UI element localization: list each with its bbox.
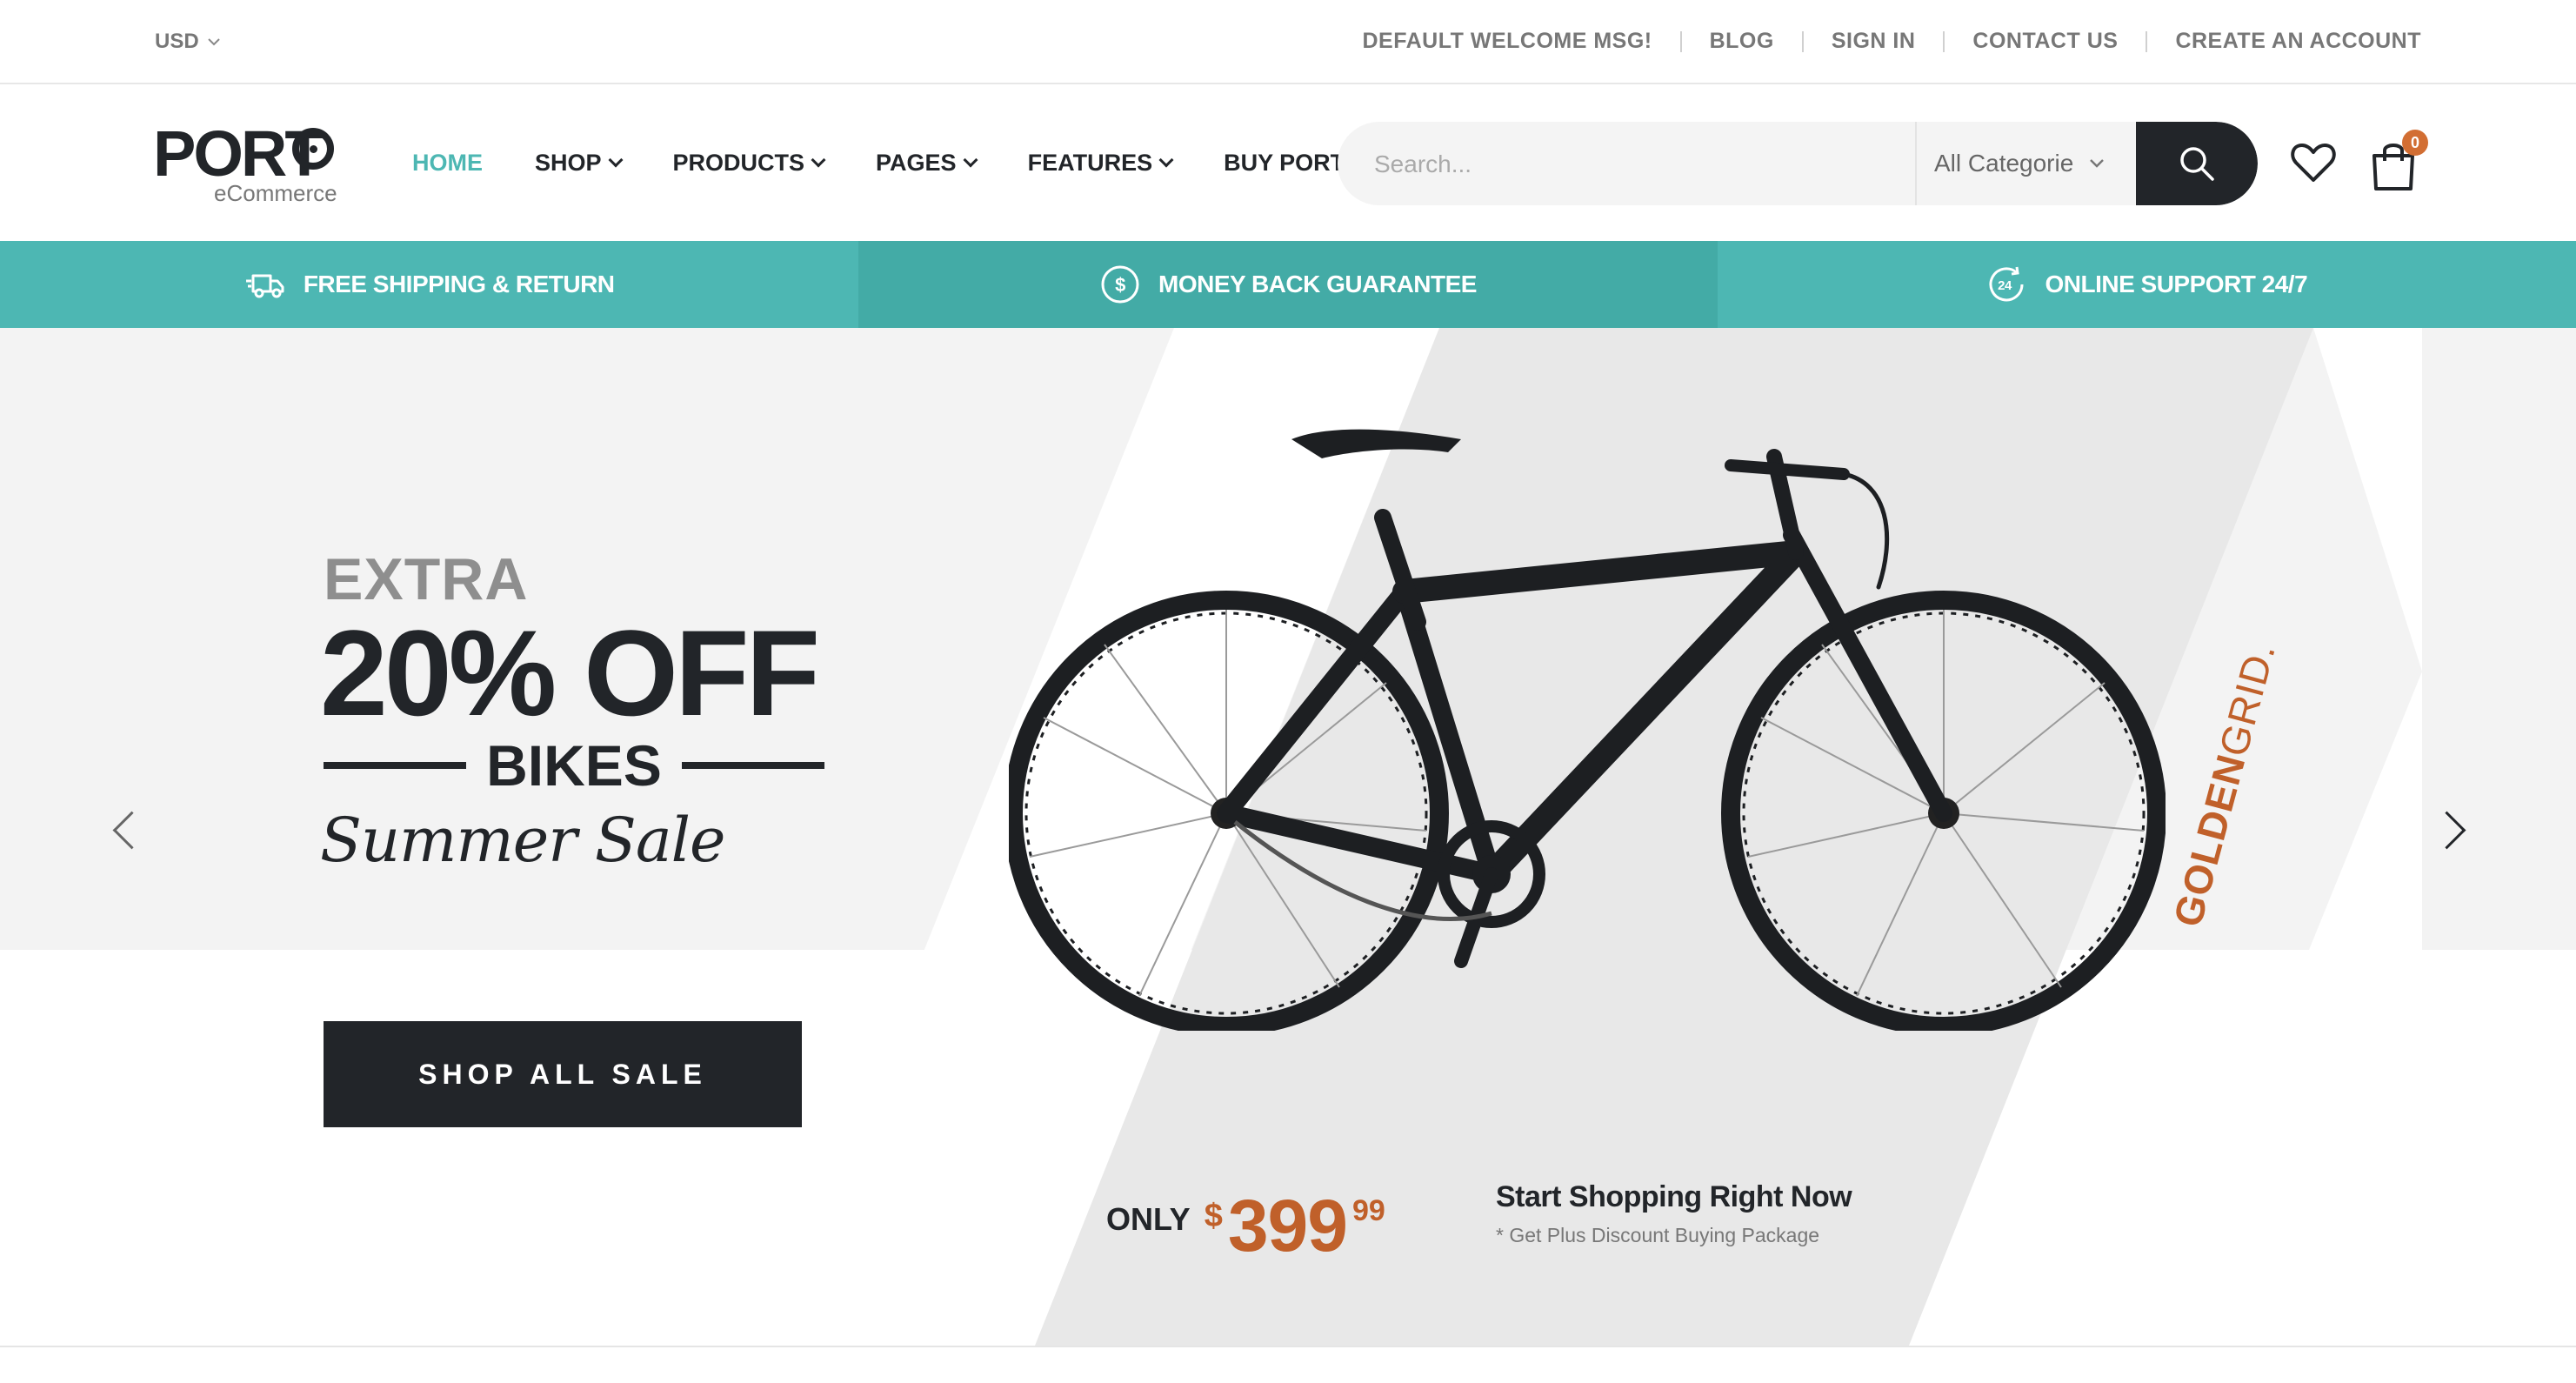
shop-all-sale-button[interactable]: SHOP ALL SALE [324, 1021, 802, 1127]
category-label: All Categorie [1934, 150, 2074, 177]
chevron-down-icon [1158, 152, 1174, 168]
category-select[interactable]: All Categorie [1915, 122, 2136, 205]
nav-home[interactable]: HOME [412, 150, 483, 177]
cart-button[interactable]: 0 [2367, 130, 2428, 194]
currency-switcher[interactable]: USD [155, 0, 220, 83]
feature-money-back: $ MONEY BACK GUARANTEE [858, 241, 1718, 328]
divider [1801, 30, 1804, 52]
price-tag: ONLY $ 399 99 [1106, 1189, 1385, 1262]
divider [1679, 30, 1682, 52]
main-nav: HOME SHOP PRODUCTS PAGES FEATURES BUY PO… [412, 84, 1371, 241]
feature-support: 24 ONLINE SUPPORT 24/7 [1717, 241, 2576, 328]
search-input[interactable] [1372, 122, 1845, 205]
blog-link[interactable]: BLOG [1710, 29, 1774, 54]
svg-text:$: $ [1115, 274, 1125, 296]
create-account-link[interactable]: CREATE AN ACCOUNT [2175, 29, 2421, 54]
nav-label: SHOP [535, 149, 602, 176]
nav-label: PRODUCTS [672, 149, 805, 176]
chevron-down-icon [963, 152, 978, 168]
main-header: PORT eCommerce HOME SHOP PRODUCTS PAGES … [0, 84, 2576, 241]
top-bar: USD DEFAULT WELCOME MSG! BLOG SIGN IN CO… [0, 0, 2576, 84]
top-links: DEFAULT WELCOME MSG! BLOG SIGN IN CONTAC… [1362, 0, 2421, 83]
currency-label: USD [155, 29, 199, 53]
hero-headline: 20% OFF [320, 605, 820, 741]
hero-product-row: BIKES [324, 733, 824, 798]
truck-icon [245, 274, 284, 298]
chevron-down-icon [811, 152, 826, 168]
search-icon [2180, 147, 2214, 181]
feature-label: MONEY BACK GUARANTEE [1158, 271, 1477, 297]
welcome-message[interactable]: DEFAULT WELCOME MSG! [1362, 29, 1652, 54]
bike-image [1009, 429, 2166, 1031]
price-amount: 399 [1227, 1185, 1348, 1266]
promo-subtitle: * Get Plus Discount Buying Package [1496, 1224, 1820, 1246]
price-prefix: ONLY [1106, 1201, 1191, 1237]
cart-count-badge: 0 [2402, 130, 2428, 156]
feature-strip: FREE SHIPPING & RETURN $ MONEY BACK GUAR… [0, 241, 2576, 328]
promo-title: Start Shopping Right Now [1496, 1180, 1852, 1213]
price-cents: 99 [1352, 1194, 1385, 1227]
support-24-icon: 24 [1989, 266, 2024, 302]
divider-line [682, 762, 824, 769]
chevron-down-icon [207, 37, 220, 45]
search-button[interactable] [2136, 122, 2258, 205]
nav-label: PAGES [876, 149, 957, 176]
nav-label: HOME [412, 149, 483, 176]
search-bar: All Categorie [1338, 122, 2258, 205]
chevron-down-icon [608, 152, 624, 168]
divider [2146, 30, 2148, 52]
dollar-circle-icon: $ [1101, 265, 1139, 304]
section-divider [0, 1346, 2576, 1347]
feature-label: ONLINE SUPPORT 24/7 [2045, 271, 2308, 297]
nav-features[interactable]: FEATURES [1027, 149, 1174, 177]
chevron-down-icon [2090, 159, 2105, 168]
hero-tagline: Summer Sale [320, 805, 725, 876]
contact-us-link[interactable]: CONTACT US [1972, 29, 2118, 54]
hero-extra-text: EXTRA [324, 546, 529, 612]
nav-label: FEATURES [1027, 149, 1153, 176]
heart-icon[interactable] [2289, 138, 2338, 187]
nav-products[interactable]: PRODUCTS [672, 149, 826, 177]
logo-o-mark [292, 128, 334, 170]
feature-free-shipping: FREE SHIPPING & RETURN [0, 241, 859, 328]
price-currency: $ [1204, 1198, 1223, 1234]
site-logo[interactable]: PORT eCommerce [153, 119, 362, 207]
feature-label: FREE SHIPPING & RETURN [303, 271, 615, 297]
hero-slider: EXTRA 20% OFF BIKES Summer Sale SHOP ALL… [0, 328, 2576, 1346]
nav-shop[interactable]: SHOP [535, 149, 624, 177]
svg-text:24: 24 [1999, 278, 2013, 293]
divider [1943, 30, 1945, 52]
sign-in-link[interactable]: SIGN IN [1832, 29, 1916, 54]
hero-product-label: BIKES [486, 733, 662, 798]
logo-subtitle: eCommerce [214, 180, 337, 206]
divider-line [324, 762, 466, 769]
nav-pages[interactable]: PAGES [876, 149, 978, 177]
